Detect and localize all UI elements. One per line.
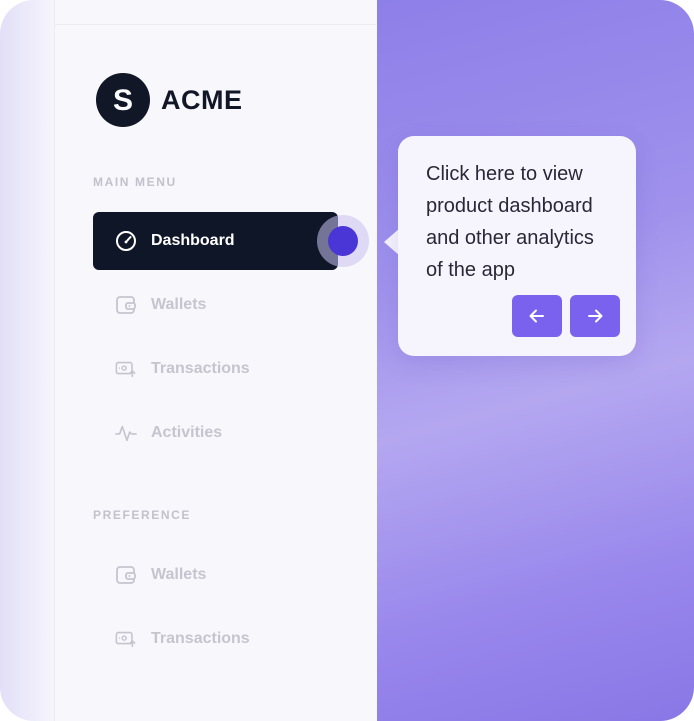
sidebar-item-label: Activities bbox=[151, 424, 223, 441]
transactions-icon bbox=[115, 628, 137, 650]
app-frame: S ACME MAIN MENU Dashboard Wallets Trans… bbox=[0, 0, 694, 721]
sidebar-item-label: Transactions bbox=[151, 360, 250, 377]
sidebar-item-label: Dashboard bbox=[151, 232, 235, 249]
preference-label: PREFERENCE bbox=[93, 508, 192, 522]
sidebar-item-label: Wallets bbox=[151, 566, 207, 583]
sidebar-item-dashboard[interactable]: Dashboard bbox=[93, 212, 338, 270]
sidebar-item-transactions[interactable]: Transactions bbox=[93, 340, 338, 398]
highlight-dot[interactable] bbox=[328, 226, 358, 256]
sidebar-item-label: Transactions bbox=[151, 630, 250, 647]
tooltip-prev-button[interactable] bbox=[512, 295, 562, 337]
background-panel bbox=[376, 0, 694, 721]
main-menu-label: MAIN MENU bbox=[93, 175, 177, 189]
sidebar-item-wallets[interactable]: Wallets bbox=[93, 276, 338, 334]
sidebar-item-label: Wallets bbox=[151, 296, 207, 313]
wallet-icon bbox=[115, 564, 137, 586]
arrow-left-icon bbox=[529, 309, 544, 323]
logo-initial: S bbox=[113, 84, 133, 117]
wallet-icon bbox=[115, 294, 137, 316]
gauge-icon bbox=[115, 230, 137, 252]
arrow-right-icon bbox=[588, 309, 603, 323]
brand-logo[interactable]: S ACME bbox=[96, 73, 243, 127]
tooltip-next-button[interactable] bbox=[570, 295, 620, 337]
activity-icon bbox=[115, 422, 137, 444]
brand-name: ACME bbox=[161, 84, 243, 115]
sidebar-item-activities[interactable]: Activities bbox=[93, 404, 338, 462]
logo-mark-icon: S bbox=[96, 73, 150, 127]
tooltip-text: Click here to view product dashboard and… bbox=[426, 163, 594, 281]
sidebar-item-pref-wallets[interactable]: Wallets bbox=[93, 546, 338, 604]
transactions-icon bbox=[115, 358, 137, 380]
sidebar-item-pref-transactions[interactable]: Transactions bbox=[93, 610, 338, 668]
sidebar-top-divider bbox=[54, 24, 376, 25]
